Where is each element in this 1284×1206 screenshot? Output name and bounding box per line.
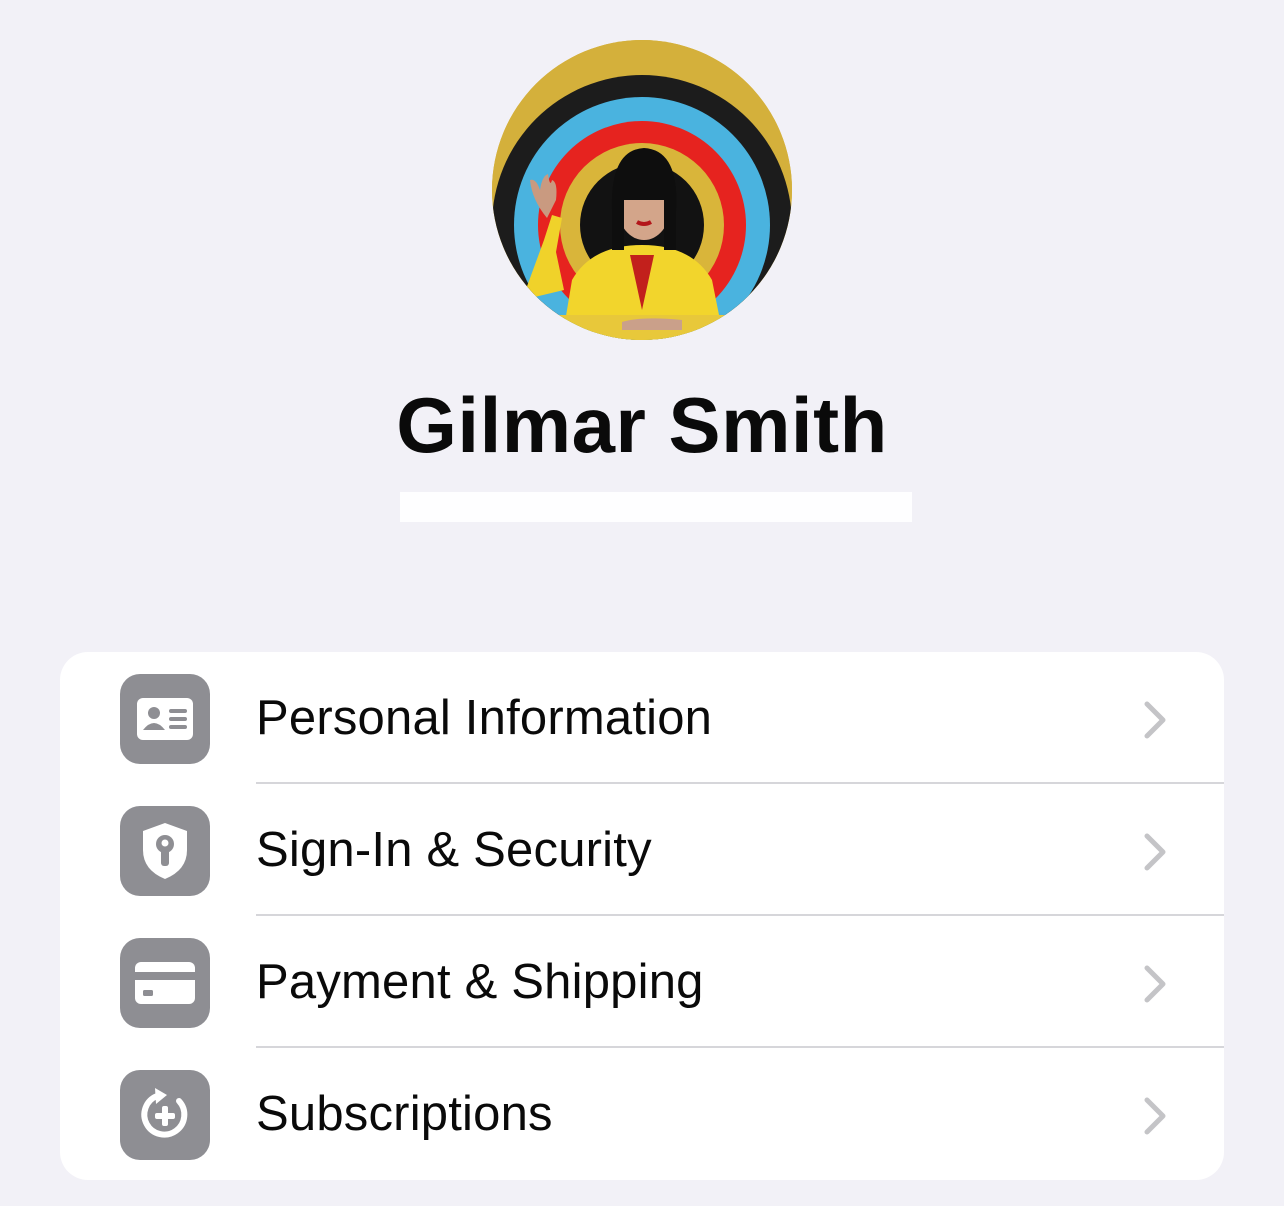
menu-row-payment-shipping[interactable]: Payment & Shipping [60, 916, 1224, 1048]
chevron-right-icon [1144, 833, 1166, 871]
redacted-email [400, 492, 912, 522]
menu-label: Sign-In & Security [256, 823, 652, 877]
chevron-right-icon [1144, 701, 1166, 739]
chevron-right-icon [1144, 965, 1166, 1003]
chevron-right-icon [1144, 1097, 1166, 1135]
menu-label: Subscriptions [256, 1087, 553, 1141]
profile-name: Gilmar Smith [396, 381, 888, 469]
menu-label: Personal Information [256, 691, 713, 745]
credit-card-icon [120, 938, 210, 1028]
avatar-image [492, 40, 792, 340]
avatar[interactable] [492, 40, 792, 340]
menu-row-subscriptions[interactable]: Subscriptions [60, 1048, 1224, 1180]
menu-row-sign-in-security[interactable]: Sign-In & Security [60, 784, 1224, 916]
subscription-add-icon [120, 1070, 210, 1160]
menu-row-personal-information[interactable]: Personal Information [60, 652, 1224, 784]
menu-label: Payment & Shipping [256, 955, 704, 1009]
shield-key-icon [120, 806, 210, 896]
contact-card-icon [120, 674, 210, 764]
settings-group: Personal Information Sign-In & Security [60, 652, 1224, 1180]
account-settings-page: Gilmar Smith Personal Information Sign-I… [0, 0, 1284, 1206]
